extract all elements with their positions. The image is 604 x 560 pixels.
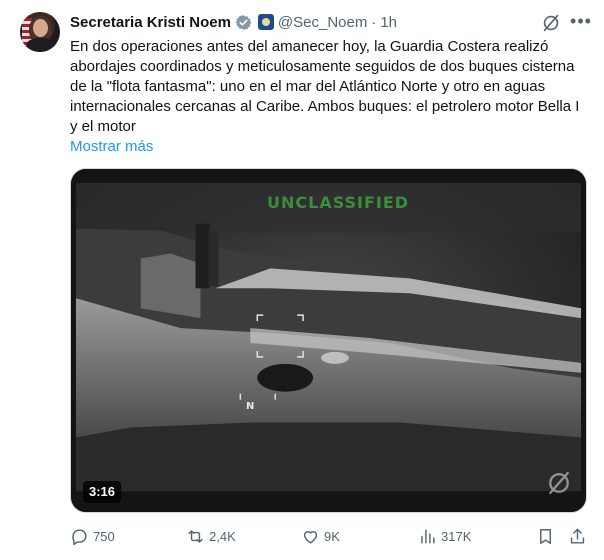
tweet[interactable]: Secretaria Kristi Noem @Sec_Noem · 1h ••… bbox=[0, 0, 604, 560]
repost-button[interactable]: 2,4K bbox=[186, 524, 236, 548]
avatar-face bbox=[33, 19, 48, 37]
bookmark-icon bbox=[540, 528, 551, 544]
repost-count: 2,4K bbox=[209, 528, 236, 544]
avatar-body bbox=[26, 38, 56, 52]
author-name[interactable]: Secretaria Kristi Noem bbox=[70, 14, 231, 31]
tweet-header: Secretaria Kristi Noem @Sec_Noem · 1h bbox=[70, 12, 397, 32]
video-duration: 3:16 bbox=[83, 481, 122, 503]
repost-icon bbox=[188, 529, 203, 543]
reply-button[interactable]: 750 bbox=[70, 524, 115, 548]
views-count: 317K bbox=[441, 528, 472, 544]
reply-icon bbox=[72, 528, 87, 545]
avatar[interactable] bbox=[20, 12, 60, 52]
action-bar: 750 2,4K 9K 317K bbox=[70, 524, 590, 548]
more-icon[interactable]: ••• bbox=[570, 12, 592, 34]
post-text: En dos operaciones antes del amanecer ho… bbox=[70, 38, 580, 135]
compass-label: N bbox=[246, 401, 255, 412]
share-icon bbox=[570, 528, 585, 544]
video-classification-overlay: UNCLASSIFIED bbox=[267, 193, 410, 212]
separator-dot: · bbox=[371, 13, 377, 31]
video-player[interactable]: UNCLASSIFIED N 3:16 bbox=[70, 168, 587, 513]
show-more-link[interactable]: Mostrar más bbox=[70, 137, 153, 157]
author-handle[interactable]: @Sec_Noem bbox=[278, 14, 367, 31]
like-icon bbox=[303, 530, 318, 544]
grok-watermark-icon bbox=[549, 471, 569, 495]
share-button[interactable] bbox=[568, 524, 587, 548]
like-count: 9K bbox=[324, 528, 340, 544]
video-frame bbox=[71, 169, 586, 512]
reply-count: 750 bbox=[93, 528, 115, 544]
views-icon bbox=[421, 528, 435, 544]
like-button[interactable]: 9K bbox=[301, 524, 340, 548]
views-button[interactable]: 317K bbox=[418, 524, 471, 548]
government-badge-icon[interactable] bbox=[257, 14, 274, 30]
post-time[interactable]: 1h bbox=[380, 14, 397, 31]
grok-icon[interactable] bbox=[540, 12, 562, 34]
verified-badge-icon[interactable] bbox=[235, 14, 252, 31]
bookmark-button[interactable] bbox=[536, 524, 555, 548]
